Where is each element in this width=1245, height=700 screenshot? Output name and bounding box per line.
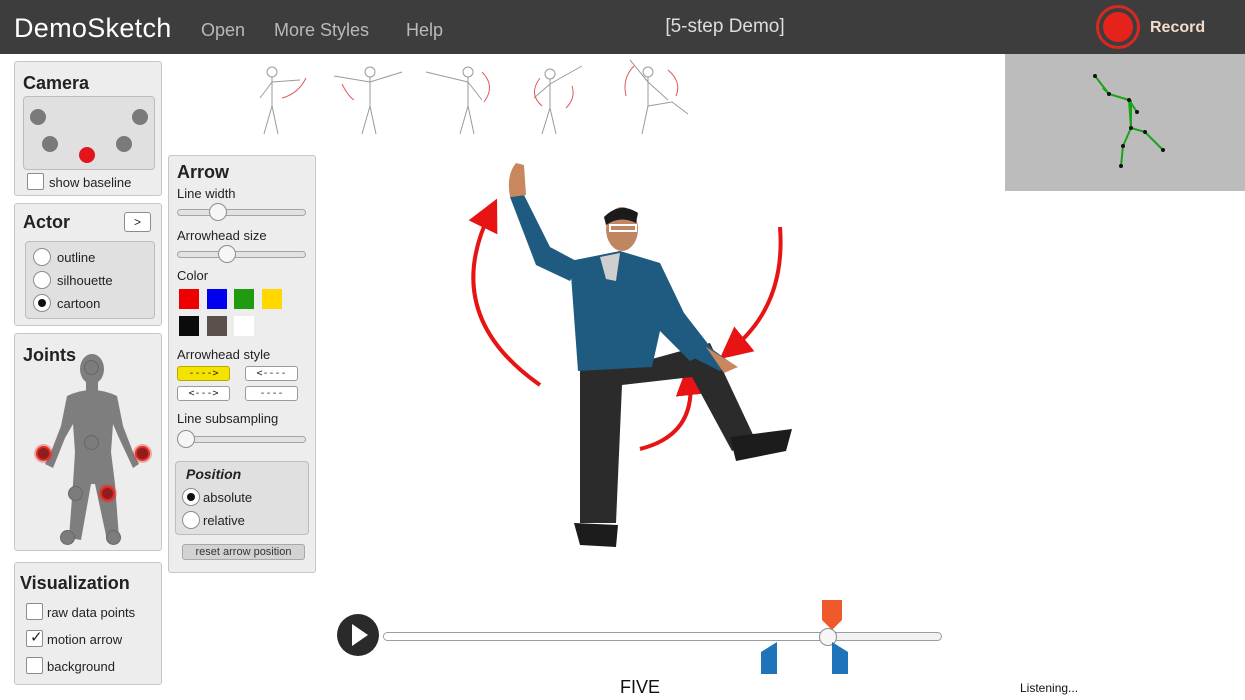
menu-open[interactable]: Open xyxy=(201,20,245,41)
joint-torso[interactable] xyxy=(84,435,99,450)
joint-left-hand[interactable] xyxy=(135,446,150,461)
color-swatch-yellow[interactable] xyxy=(262,289,282,309)
camera-position-front[interactable] xyxy=(79,147,95,163)
actor-silhouette-label: silhouette xyxy=(57,273,113,288)
color-label: Color xyxy=(177,268,209,283)
camera-view-selector xyxy=(23,96,155,170)
line-subsampling-label: Line subsampling xyxy=(177,411,279,426)
show-baseline-label: show baseline xyxy=(49,175,132,190)
arrowhead-style-label: Arrowhead style xyxy=(177,347,271,362)
position-relative-label: relative xyxy=(203,513,245,528)
step-thumbnail-2[interactable] xyxy=(333,66,403,135)
arrow-title: Arrow xyxy=(177,162,230,182)
visualization-title: Visualization xyxy=(20,573,130,593)
actor-expand-button[interactable]: > xyxy=(124,212,151,232)
color-swatch-brown[interactable] xyxy=(207,316,227,336)
menu-more-styles[interactable]: More Styles xyxy=(274,20,369,41)
line-subsampling-thumb[interactable] xyxy=(177,430,195,448)
arrowhead-size-label: Arrowhead size xyxy=(177,228,267,243)
top-bar: DemoSketch Open More Styles Help [5-step… xyxy=(0,0,1245,54)
actor-title: Actor xyxy=(23,212,71,232)
motion-viewport[interactable] xyxy=(420,145,840,565)
line-width-thumb[interactable] xyxy=(209,203,227,221)
record-label[interactable]: Record xyxy=(1150,19,1205,37)
joint-right-knee[interactable] xyxy=(68,486,83,501)
visualization-panel: Visualization raw data points ✓ motion a… xyxy=(14,562,162,685)
actor-cartoon-label: cartoon xyxy=(57,296,101,311)
raw-data-points-label: raw data points xyxy=(47,605,136,620)
arrowhead-style-backward[interactable]: <---- xyxy=(245,366,298,381)
arrowhead-style-both[interactable]: <---> xyxy=(177,386,230,401)
menu-help[interactable]: Help xyxy=(406,20,443,41)
actor-silhouette-radio[interactable] xyxy=(33,271,51,289)
current-step-label: FIVE xyxy=(619,677,660,697)
background-label: background xyxy=(47,659,115,674)
motion-arrow-label: motion arrow xyxy=(47,632,123,647)
camera-position-right[interactable] xyxy=(116,136,132,152)
joint-right-hand[interactable] xyxy=(36,446,51,461)
record-button[interactable] xyxy=(1096,5,1140,49)
joint-head[interactable] xyxy=(84,360,99,375)
line-width-slider[interactable] xyxy=(177,209,306,216)
step-start-marker-icon[interactable] xyxy=(761,642,779,674)
camera-position-back-left[interactable] xyxy=(30,109,46,125)
actor-cartoon-radio[interactable] xyxy=(33,294,51,312)
actor-outline-radio[interactable] xyxy=(33,248,51,266)
camera-title: Camera xyxy=(23,73,90,93)
arrowhead-style-forward[interactable]: ----> xyxy=(177,366,230,381)
step-thumbnails xyxy=(259,59,689,135)
app-brand: DemoSketch xyxy=(14,13,172,43)
reset-arrow-position-button[interactable]: reset arrow position xyxy=(182,544,305,560)
camera-position-back-right[interactable] xyxy=(132,109,148,125)
position-absolute-label: absolute xyxy=(203,490,253,505)
arrowhead-size-thumb[interactable] xyxy=(218,245,236,263)
camera-position-left[interactable] xyxy=(42,136,58,152)
step-end-marker-icon[interactable] xyxy=(832,642,850,674)
demo-title: [5-step Demo] xyxy=(665,16,785,37)
skeleton-figure-icon xyxy=(1093,74,1165,168)
timeline-slider[interactable] xyxy=(383,632,942,641)
cartoon-actor xyxy=(508,163,792,547)
position-title: Position xyxy=(186,466,242,482)
position-relative-radio[interactable] xyxy=(182,511,200,529)
arrowhead-size-slider[interactable] xyxy=(177,251,306,258)
color-swatch-blue[interactable] xyxy=(207,289,227,309)
timeline-progress xyxy=(384,633,830,640)
joint-left-knee[interactable] xyxy=(100,486,115,501)
actor-style-options: outline silhouette cartoon xyxy=(25,241,155,319)
color-swatch-white[interactable] xyxy=(234,316,254,336)
joint-left-foot[interactable] xyxy=(106,530,121,545)
motion-arrow-left-hand[interactable] xyxy=(719,226,783,360)
arrow-panel: Arrow Line width Arrowhead size Color Ar… xyxy=(168,155,316,573)
color-swatch-green[interactable] xyxy=(234,289,254,309)
motion-arrow-left-knee[interactable] xyxy=(639,363,708,451)
step-thumbnail-4[interactable] xyxy=(533,65,583,135)
joints-panel: Joints xyxy=(14,333,162,551)
raw-data-points-checkbox[interactable] xyxy=(26,603,43,620)
step-thumbnail-1[interactable] xyxy=(259,66,307,135)
camera-panel: Camera show baseline xyxy=(14,61,162,196)
record-icon xyxy=(1103,12,1133,42)
show-baseline-checkbox[interactable] xyxy=(27,173,44,190)
line-subsampling-slider[interactable] xyxy=(177,436,306,443)
speech-status: Listening... xyxy=(1020,681,1079,695)
color-swatch-black[interactable] xyxy=(179,316,199,336)
step-thumbnail-5[interactable] xyxy=(624,59,689,135)
background-checkbox[interactable] xyxy=(26,657,43,674)
color-swatch-red[interactable] xyxy=(179,289,199,309)
step-thumbnail-3[interactable] xyxy=(425,66,490,135)
joint-right-foot[interactable] xyxy=(60,530,75,545)
play-button[interactable] xyxy=(337,614,379,656)
actor-outline-label: outline xyxy=(57,250,96,265)
checkmark-icon: ✓ xyxy=(30,629,43,646)
position-absolute-radio[interactable] xyxy=(182,488,200,506)
skeleton-preview xyxy=(1005,54,1245,191)
arrowhead-style-none[interactable]: ---- xyxy=(245,386,298,401)
actor-panel: Actor > outline silhouette cartoon xyxy=(14,203,162,326)
line-width-label: Line width xyxy=(177,186,236,201)
motion-arrow-checkbox[interactable]: ✓ xyxy=(26,629,43,647)
current-step-marker-icon[interactable] xyxy=(822,600,844,630)
position-group: Position absolute relative xyxy=(175,461,309,535)
